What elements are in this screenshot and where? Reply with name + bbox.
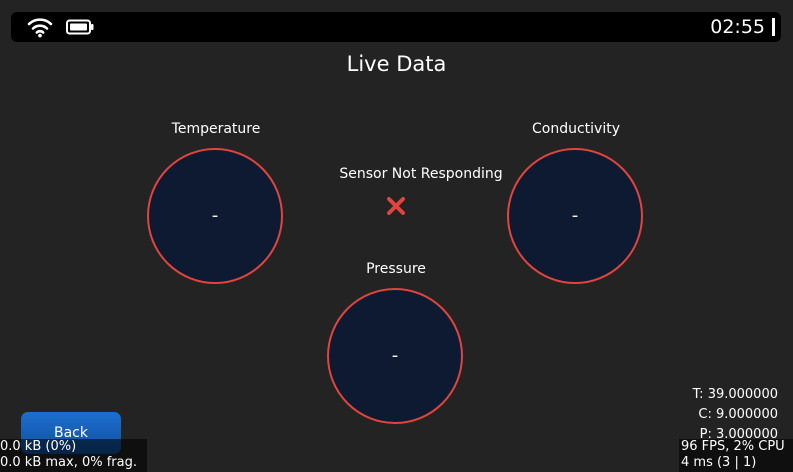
pressure-label: Pressure (366, 261, 426, 277)
pressure-gauge: - (327, 288, 463, 424)
error-x-icon (387, 197, 405, 215)
pressure-value: - (391, 345, 399, 366)
temperature-value: - (211, 205, 219, 226)
raw-readings: T: 39.000000 C: 9.000000 P: 3.000000 (668, 385, 778, 445)
status-bar: 02:55 (11, 12, 781, 42)
clock: 02:55 (710, 16, 765, 38)
temperature-reading: T: 39.000000 (692, 387, 778, 402)
text-cursor (772, 18, 775, 36)
conductivity-reading: C: 9.000000 (698, 407, 778, 422)
sensor-status-text: Sensor Not Responding (339, 166, 503, 182)
temperature-gauge: - (147, 148, 283, 284)
conductivity-value: - (571, 205, 579, 226)
battery-icon (66, 19, 94, 35)
memory-usage-text: 0.0 kB (0%) (0, 439, 77, 454)
memory-max-text: 0.0 kB max, 0% frag. (0, 455, 138, 470)
render-time-text: 4 ms (3 | 1) (681, 455, 757, 470)
wifi-icon (27, 18, 53, 38)
conductivity-label: Conductivity (532, 121, 620, 137)
temperature-label: Temperature (171, 121, 261, 137)
fps-cpu-text: 96 FPS, 2% CPU (681, 439, 785, 454)
memory-monitor: 0.0 kB (0%) 0.0 kB max, 0% frag. (0, 439, 147, 472)
performance-monitor: 96 FPS, 2% CPU 4 ms (3 | 1) (679, 439, 793, 472)
conductivity-gauge: - (507, 148, 643, 284)
page-title: Live Data (346, 52, 447, 76)
